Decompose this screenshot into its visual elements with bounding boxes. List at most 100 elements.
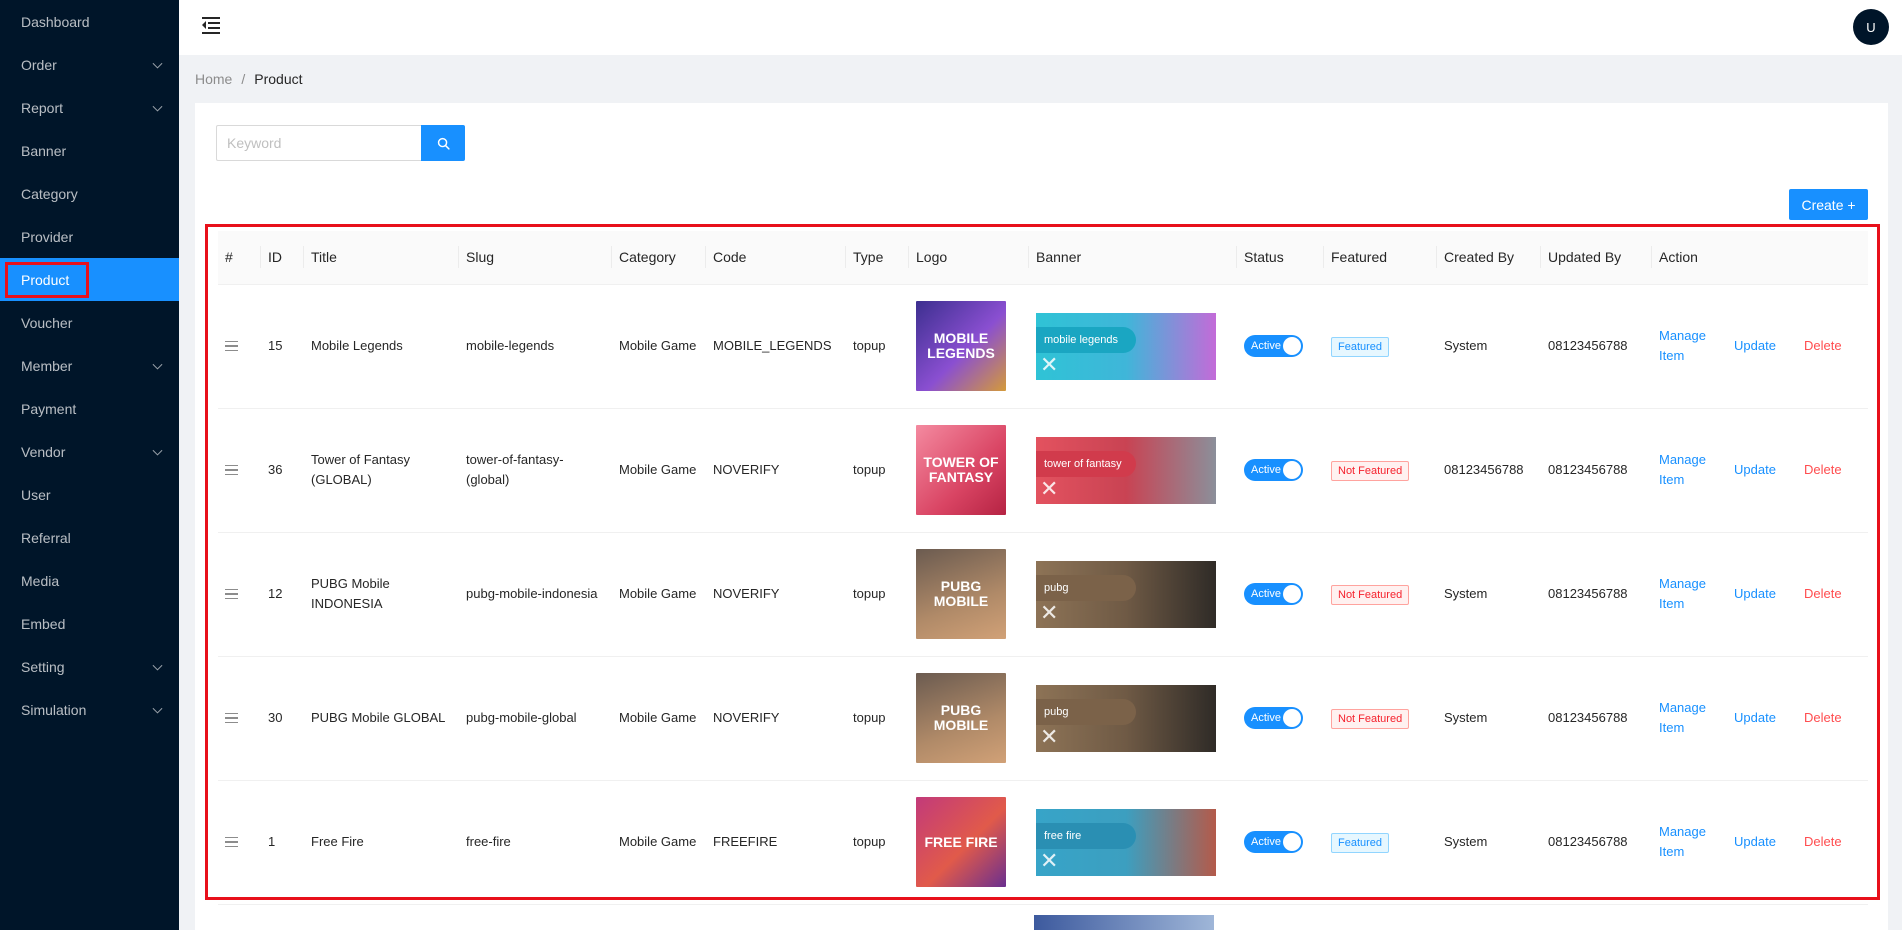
- search-input[interactable]: [216, 125, 422, 161]
- column-header-label: Banner: [1036, 249, 1082, 266]
- column-header: Type: [846, 231, 909, 285]
- banner-x-mark-icon: ✕: [1040, 723, 1059, 749]
- status-toggle[interactable]: Active: [1244, 831, 1303, 853]
- search-button[interactable]: [421, 125, 465, 161]
- sidebar-item-banner[interactable]: Banner: [0, 129, 179, 172]
- category-cell: Mobile Game: [612, 408, 706, 533]
- category-cell: Mobile Game: [612, 780, 706, 905]
- logo-cell: MOBILE LEGENDS: [909, 284, 1029, 409]
- sidebar-item-label: Payment: [21, 400, 77, 417]
- menu-fold-icon[interactable]: [202, 16, 220, 34]
- breadcrumb-home[interactable]: Home: [195, 71, 232, 87]
- update-link[interactable]: Update: [1734, 832, 1804, 852]
- manage-item-link[interactable]: Manage Item: [1659, 326, 1734, 366]
- drag-cell: [218, 780, 261, 905]
- delete-link[interactable]: Delete: [1804, 832, 1842, 852]
- manage-item-link[interactable]: Manage Item: [1659, 574, 1734, 614]
- sidebar-item-label: Embed: [21, 615, 66, 632]
- logo-text: TOWER OF FANTASY: [923, 454, 999, 485]
- logo-cell: FREE FIRE: [909, 780, 1029, 905]
- drag-cell: [218, 284, 261, 409]
- drag-handle-icon[interactable]: [225, 836, 239, 848]
- delete-link[interactable]: Delete: [1804, 336, 1842, 356]
- sidebar-item-referral[interactable]: Referral: [0, 516, 179, 559]
- manage-item-link[interactable]: Manage Item: [1659, 822, 1734, 862]
- drag-handle-icon[interactable]: [225, 340, 239, 352]
- sidebar-item-embed[interactable]: Embed: [0, 602, 179, 645]
- product-banner-image: free fire ✕: [1036, 808, 1216, 876]
- column-header-label: Updated By: [1548, 249, 1622, 266]
- status-toggle-label: Active: [1251, 836, 1281, 848]
- status-toggle[interactable]: Active: [1244, 335, 1303, 357]
- banner-cell: free fire ✕: [1029, 780, 1237, 905]
- created-by-cell: System: [1437, 532, 1541, 657]
- update-link[interactable]: Update: [1734, 584, 1804, 604]
- created-by-cell: System: [1437, 780, 1541, 905]
- status-toggle[interactable]: Active: [1244, 707, 1303, 729]
- column-header: Category: [612, 231, 706, 285]
- table-row: 12 PUBG Mobile INDONESIA pubg-mobile-ind…: [218, 532, 1868, 657]
- product-banner-image: pubg ✕: [1036, 684, 1216, 752]
- sidebar-item-dashboard[interactable]: Dashboard: [0, 0, 179, 43]
- status-toggle[interactable]: Active: [1244, 583, 1303, 605]
- sidebar-item-setting[interactable]: Setting: [0, 645, 179, 688]
- updated-by-cell: 08123456788: [1541, 284, 1652, 409]
- top-header: U: [179, 0, 1902, 55]
- update-link[interactable]: Update: [1734, 708, 1804, 728]
- status-cell: Active: [1237, 408, 1324, 533]
- featured-badge: Not Featured: [1331, 708, 1410, 729]
- drag-cell: [218, 532, 261, 657]
- delete-link[interactable]: Delete: [1804, 584, 1842, 604]
- sidebar-item-label: Member: [21, 357, 73, 374]
- drag-handle-icon[interactable]: [225, 588, 239, 600]
- status-toggle[interactable]: Active: [1244, 459, 1303, 481]
- type-cell: topup: [846, 780, 909, 905]
- sidebar-item-simulation[interactable]: Simulation: [0, 688, 179, 731]
- logo-text: PUBG MOBILE: [933, 702, 989, 733]
- drag-handle-icon[interactable]: [225, 712, 239, 724]
- delete-link[interactable]: Delete: [1804, 460, 1842, 480]
- slug-cell: pubg-mobile-indonesia: [459, 532, 612, 657]
- sidebar-item-voucher[interactable]: Voucher: [0, 301, 179, 344]
- product-banner-image: tower of fantasy ✕: [1036, 436, 1216, 504]
- sidebar-item-category[interactable]: Category: [0, 172, 179, 215]
- status-toggle-label: Active: [1251, 464, 1281, 476]
- sidebar-item-user[interactable]: User: [0, 473, 179, 516]
- sidebar-item-member[interactable]: Member: [0, 344, 179, 387]
- drag-handle-icon[interactable]: [225, 464, 239, 476]
- column-header-label: Title: [311, 249, 337, 266]
- sidebar-item-order[interactable]: Order: [0, 43, 179, 86]
- delete-link[interactable]: Delete: [1804, 708, 1842, 728]
- category-cell: Mobile Game: [612, 532, 706, 657]
- column-header: Created By: [1437, 231, 1541, 285]
- slug-cell: pubg-mobile-global: [459, 656, 612, 781]
- sidebar-item-product[interactable]: Product: [0, 258, 179, 301]
- logo-cell: PUBG MOBILE: [909, 656, 1029, 781]
- update-link[interactable]: Update: [1734, 460, 1804, 480]
- sidebar-item-media[interactable]: Media: [0, 559, 179, 602]
- id-cell: 1: [261, 780, 304, 905]
- product-logo-image: PUBG MOBILE: [916, 673, 1006, 763]
- column-header-label: Created By: [1444, 249, 1515, 266]
- code-cell: NOVERIFY: [706, 532, 846, 657]
- avatar[interactable]: U: [1853, 9, 1889, 45]
- featured-badge: Featured: [1331, 832, 1390, 853]
- manage-item-link[interactable]: Manage Item: [1659, 698, 1734, 738]
- sidebar-item-label: Simulation: [21, 701, 87, 718]
- status-toggle-label: Active: [1251, 712, 1281, 724]
- banner-text: mobile legends: [1044, 333, 1118, 346]
- sidebar-item-label: Setting: [21, 658, 65, 675]
- create-button[interactable]: Create +: [1789, 189, 1868, 220]
- toggle-knob: [1283, 833, 1301, 851]
- sidebar-item-payment[interactable]: Payment: [0, 387, 179, 430]
- banner-cell: pubg ✕: [1029, 656, 1237, 781]
- sidebar-item-provider[interactable]: Provider: [0, 215, 179, 258]
- update-link[interactable]: Update: [1734, 336, 1804, 356]
- sidebar-item-report[interactable]: Report: [0, 86, 179, 129]
- banner-title-pill: mobile legends: [1036, 326, 1136, 353]
- manage-item-link[interactable]: Manage Item: [1659, 450, 1734, 490]
- sidebar-item-vendor[interactable]: Vendor: [0, 430, 179, 473]
- sidebar-item-label: Category: [21, 185, 78, 202]
- action-cell: Manage Item Update Delete: [1652, 656, 1868, 781]
- updated-by-cell: 08123456788: [1541, 532, 1652, 657]
